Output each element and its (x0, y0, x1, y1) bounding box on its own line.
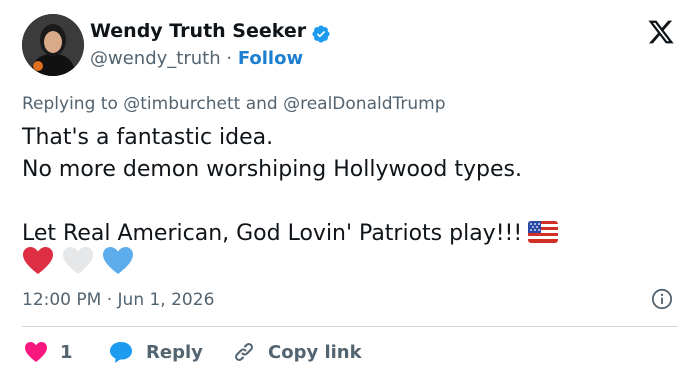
mention-timburchett[interactable]: @timburchett (123, 94, 240, 114)
blue-heart-icon (103, 247, 134, 274)
like-heart-icon (25, 342, 47, 362)
like-count: 1 (60, 341, 73, 363)
us-flag-icon (528, 221, 559, 243)
verified-badge-icon (312, 25, 330, 43)
tweet-line-2: No more demon worshiping Hollywood types… (22, 157, 522, 182)
separator: · (226, 48, 233, 69)
replying-to: Replying to @timburchett and @realDonald… (22, 94, 446, 114)
reply-bubble-icon (110, 342, 132, 363)
follow-button[interactable]: Follow (238, 48, 303, 69)
x-logo-icon[interactable] (646, 18, 676, 46)
white-heart-icon (63, 247, 94, 274)
like-button[interactable]: 1 (24, 337, 73, 367)
avatar[interactable] (22, 14, 84, 76)
copy-link-label: Copy link (268, 341, 362, 363)
tweet-line-3: Let Real American, God Lovin' Patriots p… (22, 221, 523, 246)
divider (22, 326, 678, 327)
author-handle[interactable]: @wendy_truth (90, 48, 221, 69)
replying-conjunction: and (245, 94, 278, 114)
mention-realdonaldtrump[interactable]: @realDonaldTrump (283, 94, 445, 114)
reply-label: Reply (146, 341, 203, 363)
red-heart-icon (23, 247, 53, 274)
link-icon (235, 343, 253, 361)
reply-button[interactable]: Reply (108, 337, 203, 367)
info-icon[interactable] (651, 288, 673, 310)
hearts-emoji-row (22, 246, 137, 278)
copy-link-button[interactable]: Copy link (232, 337, 362, 367)
tweet-text: That's a fantastic idea. No more demon w… (22, 122, 559, 250)
tweet-line-1: That's a fantastic idea. (22, 125, 274, 150)
author-name[interactable]: Wendy Truth Seeker (90, 20, 306, 42)
replying-prefix: Replying to (22, 94, 118, 114)
author-handle-row: @wendy_truth · Follow (90, 48, 303, 69)
tweet-timestamp[interactable]: 12:00 PM · Jun 1, 2026 (22, 290, 214, 310)
